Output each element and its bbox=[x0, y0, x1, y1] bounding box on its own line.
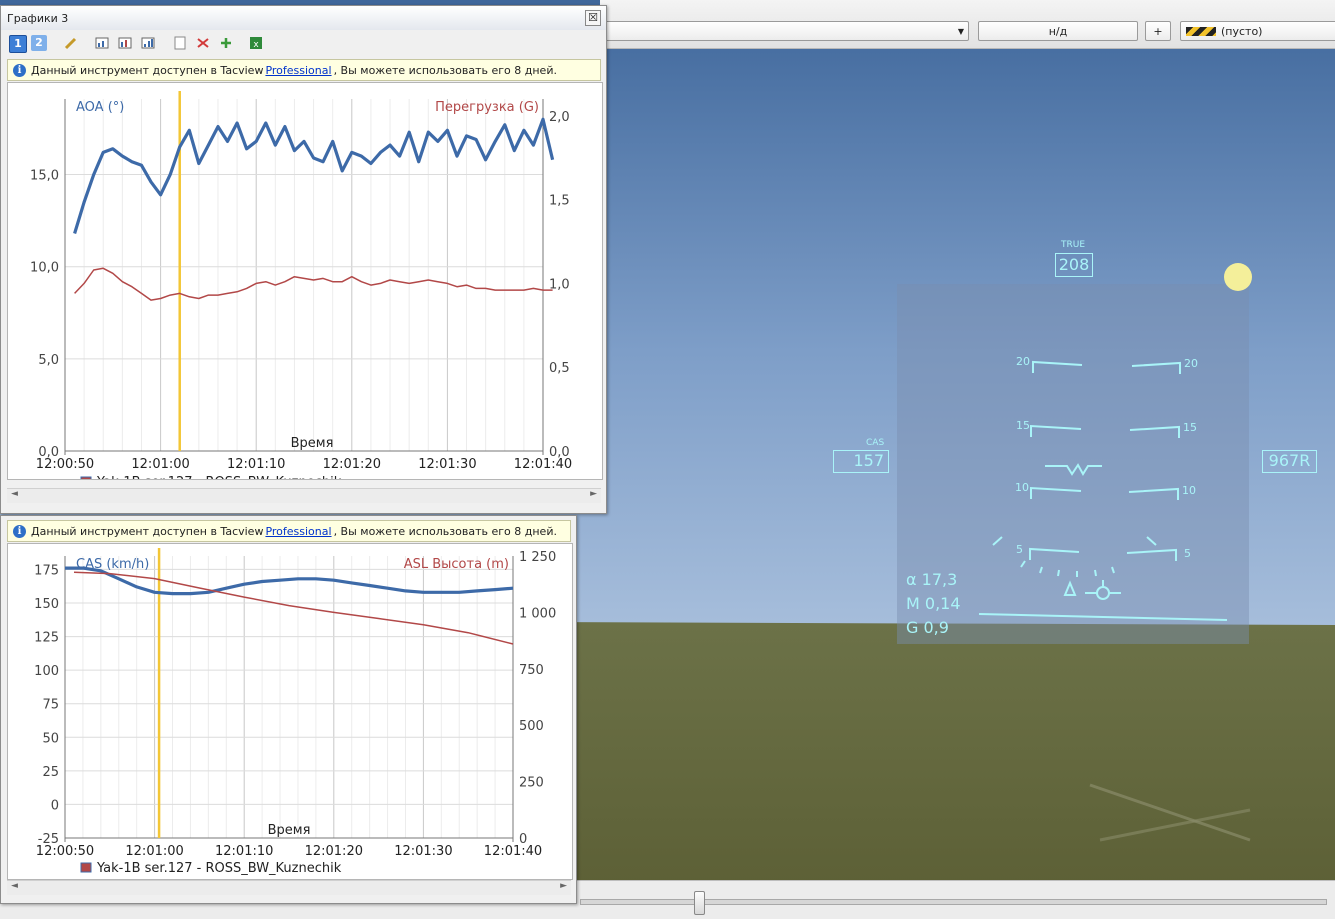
timeline-slider-handle[interactable] bbox=[694, 891, 705, 915]
ladder-label-20-left: 20 bbox=[1016, 355, 1030, 368]
license-notice-2: i Данный инструмент доступен в Tacview P… bbox=[7, 520, 571, 542]
window-titlebar[interactable]: Графики 3 ☒ bbox=[1, 6, 606, 30]
legend-swatch bbox=[80, 862, 92, 873]
y-tick-label-left: 100 bbox=[34, 664, 59, 679]
x-tick-label: 12:01:00 bbox=[131, 457, 189, 472]
y-tick-label-right: 2,0 bbox=[549, 110, 570, 125]
chart-2[interactable]: -25 0 25 50 75 100 125 150 175 0 250 500 750 1 000 1 2… bbox=[7, 543, 573, 880]
y-tick-label-right: 750 bbox=[519, 663, 544, 678]
right-axis-title: Перегрузка (G) bbox=[435, 100, 539, 115]
y-tick-label-right: 500 bbox=[519, 719, 544, 734]
striped-flag-icon bbox=[1186, 26, 1216, 36]
hud-alpha: α 17,3 bbox=[906, 570, 958, 589]
chart-stack-icon[interactable] bbox=[117, 35, 133, 51]
close-button[interactable]: ☒ bbox=[585, 10, 601, 26]
info-icon: i bbox=[13, 524, 26, 538]
info-icon: i bbox=[13, 63, 26, 77]
y-tick-label-left: 15,0 bbox=[30, 169, 59, 184]
hud-true-airspeed: 208 bbox=[1055, 253, 1093, 277]
add-button[interactable]: + bbox=[1145, 21, 1171, 41]
left-axis-title: AOA (°) bbox=[76, 100, 124, 115]
y-tick-label-right: 0,5 bbox=[549, 361, 570, 376]
hud-altitude: 967R bbox=[1262, 450, 1317, 473]
y-tick-label-right: 1 250 bbox=[519, 550, 556, 565]
y-tick-label-right: 250 bbox=[519, 776, 544, 791]
hud-mach: M 0,14 bbox=[906, 594, 961, 613]
ladder-label-15-right: 15 bbox=[1183, 421, 1197, 434]
ladder-label-5-right: 5 bbox=[1184, 547, 1191, 560]
window-title: Графики 3 bbox=[7, 12, 69, 25]
sun bbox=[1224, 263, 1252, 291]
add-series-icon[interactable] bbox=[218, 35, 234, 51]
timeline-track[interactable] bbox=[580, 899, 1327, 905]
y-tick-label-left: 125 bbox=[34, 631, 59, 646]
hud-g: G 0,9 bbox=[906, 618, 949, 637]
hud-cas-label: CAS bbox=[866, 438, 885, 448]
y-tick-label-left: 10,0 bbox=[30, 261, 59, 276]
x-tick-label: 12:01:10 bbox=[227, 457, 285, 472]
x-tick-label: 12:01:40 bbox=[484, 844, 542, 859]
horizontal-scrollbar[interactable]: ◄ ► bbox=[7, 488, 601, 503]
x-tick-label: 12:01:20 bbox=[305, 844, 363, 859]
right-axis-title: ASL Высота (m) bbox=[404, 557, 509, 572]
y-tick-label-left: 175 bbox=[34, 563, 59, 578]
legend-label: Yak-1B ser.127 - ROSS_BW_Kuznechik bbox=[96, 475, 342, 479]
document-icon[interactable] bbox=[172, 35, 188, 51]
x-tick-label: 12:01:30 bbox=[418, 457, 476, 472]
professional-link[interactable]: Professional bbox=[265, 64, 331, 77]
wrench-icon[interactable] bbox=[63, 35, 79, 51]
ladder-label-10-left: 10 bbox=[1015, 481, 1029, 494]
professional-link[interactable]: Professional bbox=[265, 525, 331, 538]
y-tick-label-left: 75 bbox=[42, 698, 59, 713]
y-tick-label-right: 1,5 bbox=[549, 194, 570, 209]
ladder-label-10-right: 10 bbox=[1182, 484, 1196, 497]
page-2-button[interactable]: 2 bbox=[31, 35, 47, 51]
page-1-button[interactable]: 1 bbox=[9, 35, 27, 53]
y-tick-label-left: 50 bbox=[42, 731, 59, 746]
horizontal-scrollbar[interactable]: ◄ ► bbox=[7, 880, 571, 895]
ladder-label-5-left: 5 bbox=[1016, 543, 1023, 556]
x-tick-label: 12:01:40 bbox=[514, 457, 572, 472]
notice-text: Данный инструмент доступен в Tacview bbox=[31, 524, 264, 538]
x-tick-label: 12:01:20 bbox=[323, 457, 381, 472]
hud-cas-value: 157 bbox=[833, 450, 889, 473]
graphs-window: Графики 3 ☒ 1 2 x i Данный инструмент до… bbox=[0, 5, 607, 514]
target-select[interactable]: (пусто) bbox=[1180, 21, 1335, 41]
main-toolbar: ▼ н/д + (пусто) bbox=[600, 0, 1335, 49]
series-line-right bbox=[73, 571, 514, 645]
y-tick-label-left: 5,0 bbox=[38, 353, 59, 368]
ladder-label-20-right: 20 bbox=[1184, 357, 1198, 370]
x-tick-label: 12:01:00 bbox=[125, 844, 183, 859]
svg-text:x: x bbox=[253, 40, 259, 50]
x-axis-title: Время bbox=[268, 823, 311, 838]
object-combo[interactable]: ▼ bbox=[605, 21, 969, 41]
x-tick-label: 12:00:50 bbox=[36, 457, 94, 472]
export-excel-icon[interactable]: x bbox=[248, 35, 264, 51]
legend-label: Yak-1B ser.127 - ROSS_BW_Kuznechik bbox=[96, 861, 342, 876]
notice-text-after: , Вы можете использовать его 8 дней. bbox=[333, 524, 557, 538]
graphs-panel-2: i Данный инструмент доступен в Tacview P… bbox=[0, 515, 577, 904]
x-tick-label: 12:01:10 bbox=[215, 844, 273, 859]
y-tick-label-left: 25 bbox=[42, 765, 59, 780]
notice-text-after: , Вы можете использовать его 8 дней. bbox=[333, 63, 557, 77]
chart-split-icon[interactable] bbox=[140, 35, 156, 51]
legend-swatch bbox=[80, 476, 92, 487]
hud-true-label: TRUE bbox=[1061, 240, 1086, 250]
nd-button[interactable]: н/д bbox=[978, 21, 1138, 41]
x-axis-title: Время bbox=[291, 436, 334, 451]
y-tick-label-left: 150 bbox=[34, 597, 59, 612]
remove-series-icon[interactable] bbox=[195, 35, 211, 51]
y-tick-label-right: 1 000 bbox=[519, 606, 556, 621]
chevron-down-icon: ▼ bbox=[957, 26, 964, 36]
x-tick-label: 12:00:50 bbox=[36, 844, 94, 859]
notice-text: Данный инструмент доступен в Tacview bbox=[31, 63, 264, 77]
license-notice: i Данный инструмент доступен в Tacview P… bbox=[7, 59, 601, 81]
chart-1[interactable]: 0,0 5,0 10,0 15,0 0,0 0,5 1,0 1,5 2,0 12:00:50 12:… bbox=[7, 82, 603, 490]
x-tick-label: 12:01:30 bbox=[394, 844, 452, 859]
y-tick-label-left: 0 bbox=[51, 798, 59, 813]
ladder-label-15-left: 15 bbox=[1016, 419, 1030, 432]
chart-add-icon[interactable] bbox=[94, 35, 110, 51]
